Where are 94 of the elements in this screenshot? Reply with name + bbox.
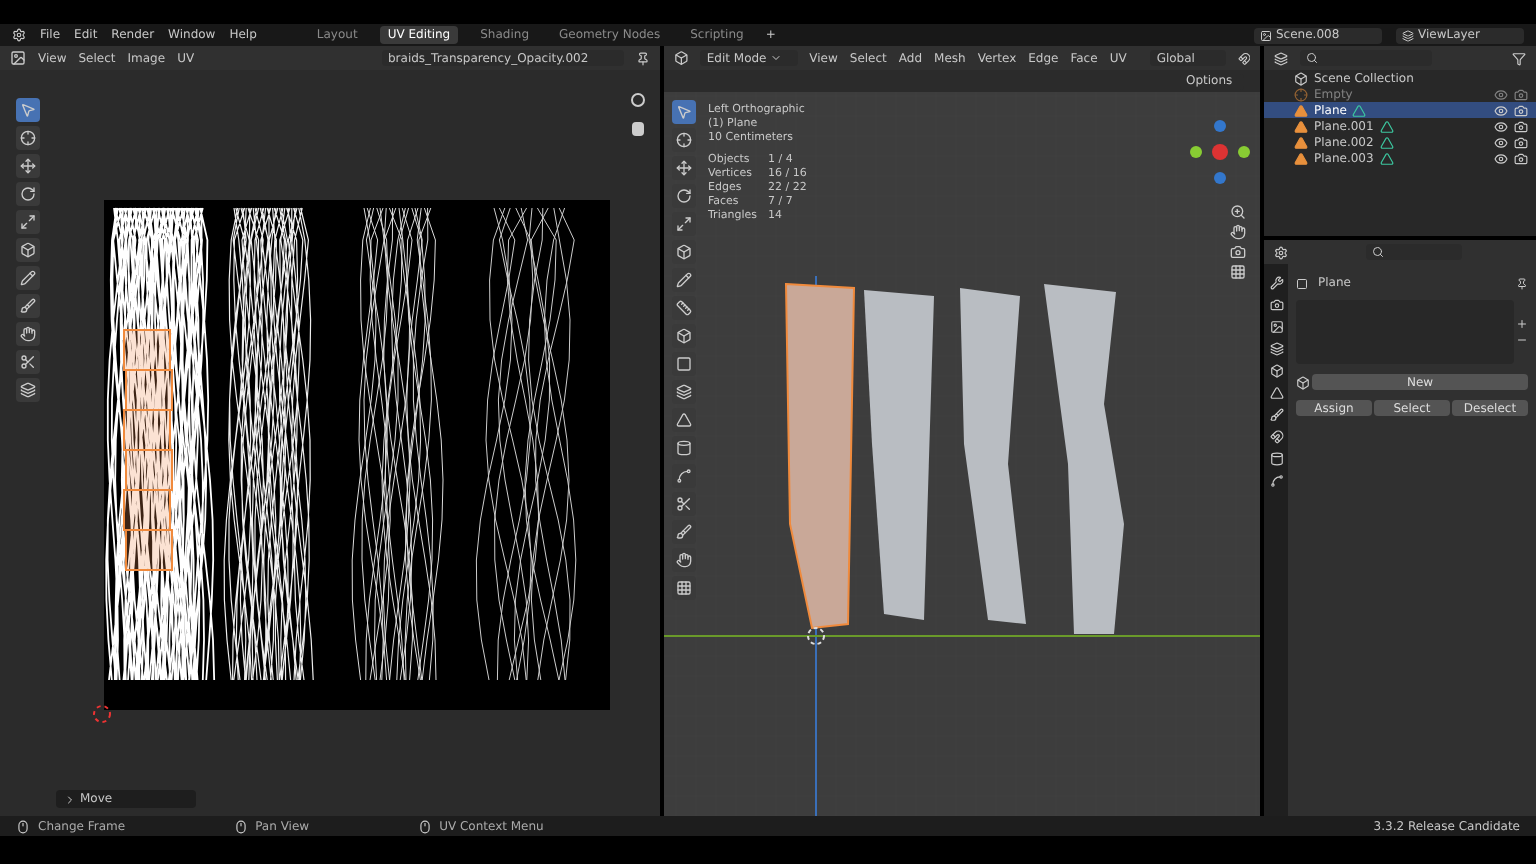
tool-button[interactable] — [672, 184, 696, 208]
brush-icon — [20, 298, 36, 314]
collection-icon — [1294, 71, 1308, 85]
layers-icon — [676, 384, 692, 400]
brush-icon — [676, 524, 692, 540]
tool-button[interactable] — [16, 350, 40, 374]
hand-icon — [20, 326, 36, 342]
rotate-icon — [20, 186, 36, 202]
caret-icon — [770, 52, 783, 64]
scissors-icon — [20, 354, 36, 370]
properties-tab-icon — [1269, 298, 1283, 312]
properties-tab-icon — [1269, 320, 1283, 334]
cube-icon — [20, 242, 36, 258]
scene-icon — [1260, 29, 1272, 41]
scissors-icon — [676, 496, 692, 512]
editor-type-icon — [674, 50, 689, 66]
tool-button[interactable] — [16, 98, 40, 122]
tool-button[interactable] — [16, 294, 40, 318]
mouse-icon — [417, 819, 432, 833]
add-icon — [1516, 318, 1528, 330]
properties-tab-icon — [1269, 364, 1283, 378]
cursor-arrow-icon — [676, 104, 692, 120]
chevron-icon — [64, 793, 76, 805]
properties-tab-icon — [1269, 408, 1283, 422]
mouse-icon — [16, 819, 30, 833]
tool-button[interactable] — [16, 266, 40, 290]
tool-button[interactable] — [672, 240, 696, 264]
tool-button[interactable] — [16, 378, 40, 402]
curve-icon — [676, 468, 692, 484]
search-icon — [1371, 246, 1383, 258]
remove-icon — [1516, 334, 1528, 346]
cylinder-icon — [676, 440, 692, 456]
pencil-icon — [676, 272, 692, 288]
tool-button[interactable] — [672, 436, 696, 460]
hand-icon — [1230, 224, 1246, 240]
move-arrows-icon — [20, 158, 36, 174]
search-field[interactable] — [1365, 244, 1461, 260]
properties-tab-icon — [1269, 342, 1283, 356]
crosshair-icon — [676, 132, 692, 148]
filter-icon — [1512, 51, 1526, 65]
properties-tab-icon — [1269, 386, 1283, 400]
editor-type-icon — [1274, 245, 1288, 259]
cursor-icon — [807, 627, 825, 645]
tool-button[interactable] — [672, 324, 696, 348]
triangle-icon — [676, 412, 692, 428]
empty-object-icon — [1294, 87, 1308, 101]
tool-button[interactable] — [672, 380, 696, 404]
cursor-arrow-icon — [20, 102, 36, 118]
tool-button[interactable] — [672, 352, 696, 376]
crosshair-icon — [20, 130, 36, 146]
tool-button[interactable] — [16, 126, 40, 150]
tool-button[interactable] — [16, 182, 40, 206]
cursor-icon — [92, 704, 112, 724]
magnet-icon — [1237, 51, 1250, 65]
tool-button[interactable] — [672, 548, 696, 572]
zoom-icon — [1230, 204, 1246, 220]
properties-tab-icon — [1269, 474, 1283, 488]
mouse-icon — [233, 819, 248, 833]
navigation-gizmo[interactable] — [1190, 120, 1250, 184]
layers-icon — [1402, 29, 1414, 41]
editor-type-icon — [10, 50, 26, 66]
grid-icon — [1230, 264, 1246, 280]
tool-button[interactable] — [16, 154, 40, 178]
square-icon — [676, 356, 692, 372]
pencil-icon — [20, 270, 36, 286]
object-icon — [1296, 277, 1308, 289]
scale-icon — [20, 214, 36, 230]
camera-icon — [1230, 244, 1246, 260]
tool-button[interactable] — [16, 322, 40, 346]
search-field[interactable] — [1300, 50, 1432, 66]
pin-icon — [636, 51, 650, 65]
hand-icon — [676, 552, 692, 568]
properties-tab-icon — [1269, 452, 1283, 466]
tool-button[interactable] — [672, 100, 696, 124]
pin-icon — [1516, 277, 1528, 289]
blender-logo-icon — [12, 28, 26, 42]
display-mode-icon — [1274, 51, 1288, 65]
properties-tab-icon — [1269, 430, 1283, 444]
properties-tab-icon — [1269, 276, 1283, 290]
cube-icon — [676, 328, 692, 344]
tool-button[interactable] — [16, 210, 40, 234]
tool-button[interactable] — [672, 128, 696, 152]
tool-button[interactable] — [672, 492, 696, 516]
scale-icon — [676, 216, 692, 232]
search-icon — [1306, 52, 1318, 64]
tool-button[interactable] — [16, 238, 40, 262]
cube-icon — [676, 244, 692, 260]
grid-icon — [676, 580, 692, 596]
rotate-icon — [676, 188, 692, 204]
ruler-icon — [676, 300, 692, 316]
move-arrows-icon — [676, 160, 692, 176]
layers-icon — [20, 382, 36, 398]
tool-button[interactable] — [672, 576, 696, 600]
material-icon — [1296, 375, 1310, 389]
